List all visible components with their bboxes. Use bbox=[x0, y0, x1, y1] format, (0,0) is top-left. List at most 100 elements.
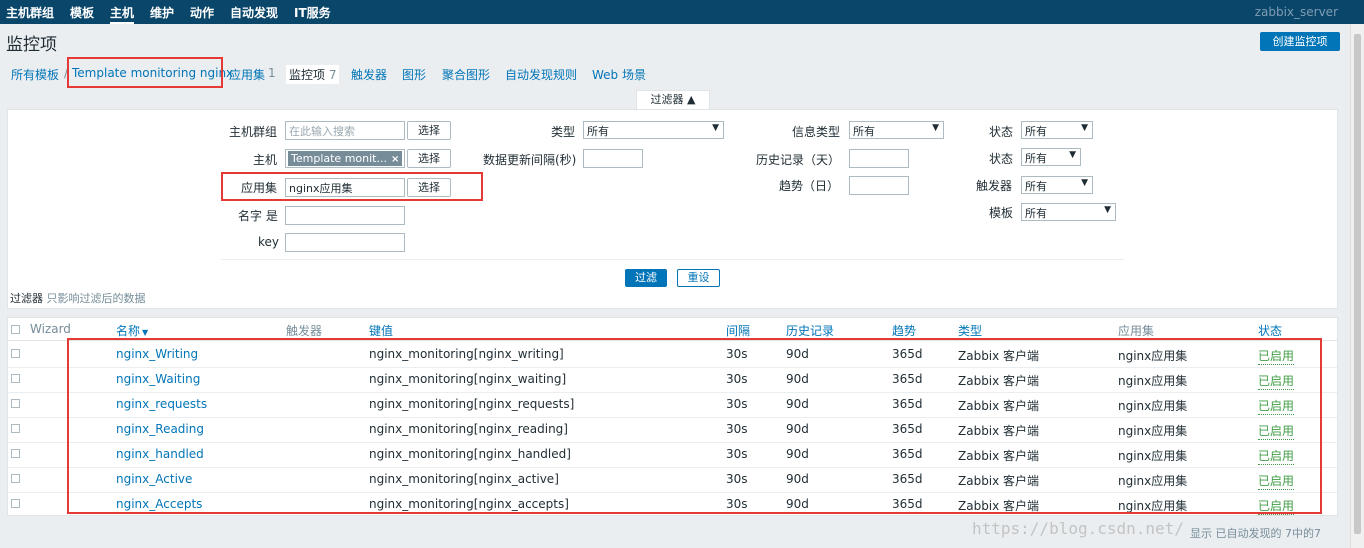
reset-filter-button[interactable]: 重设 bbox=[677, 269, 720, 287]
filter-note: 过滤器 只影响过滤后的数据 bbox=[10, 290, 146, 306]
host-group-label: 主机群组 bbox=[229, 125, 278, 139]
state-select-value: 所有 bbox=[1025, 125, 1047, 138]
history-label: 历史记录（天） bbox=[756, 153, 841, 167]
filter-tab[interactable]: 过滤器 ▲ bbox=[636, 90, 710, 110]
filter-note-text: 只影响过滤后的数据 bbox=[46, 292, 146, 305]
row-checkbox[interactable] bbox=[11, 449, 20, 458]
col-type[interactable]: 类型 bbox=[958, 322, 982, 339]
nav-actions[interactable]: 动作 bbox=[190, 4, 214, 21]
tag-remove-icon[interactable]: × bbox=[391, 154, 399, 165]
col-interval[interactable]: 间隔 bbox=[726, 322, 750, 339]
row-checkbox[interactable] bbox=[11, 499, 20, 508]
create-item-button[interactable]: 创建监控项 bbox=[1260, 32, 1340, 51]
page-title: 监控项 bbox=[6, 35, 57, 55]
row-checkbox[interactable] bbox=[11, 424, 20, 433]
col-key[interactable]: 键值 bbox=[369, 322, 393, 339]
select-all-checkbox[interactable] bbox=[11, 325, 20, 334]
annotation-template-highlight bbox=[67, 57, 223, 88]
type-select[interactable]: 所有 ▼ bbox=[583, 121, 724, 139]
nav-it-services[interactable]: IT服务 bbox=[294, 4, 331, 21]
nav-host-groups[interactable]: 主机群组 bbox=[6, 4, 54, 21]
apply-filter-button[interactable]: 过滤 bbox=[625, 269, 667, 287]
row-checkbox[interactable] bbox=[11, 374, 20, 383]
info-type-label: 信息类型 bbox=[792, 125, 841, 139]
info-type-select[interactable]: 所有 ▼ bbox=[849, 121, 944, 139]
vertical-scrollbar[interactable] bbox=[1350, 24, 1364, 548]
dropdown-arrow-icon: ▼ bbox=[932, 123, 939, 133]
status-select-value: 所有 bbox=[1025, 152, 1047, 165]
key-label: key bbox=[258, 235, 280, 249]
name-input[interactable] bbox=[285, 206, 405, 225]
top-navigation: 主机群组 模板 主机 维护 动作 自动发现 IT服务 zabbix_server bbox=[0, 0, 1364, 24]
trends-input[interactable] bbox=[849, 176, 909, 195]
dropdown-arrow-icon: ▼ bbox=[712, 123, 719, 133]
host-tag-label: Template monit... bbox=[291, 152, 387, 165]
triggers-filter-label: 触发器 bbox=[976, 179, 1013, 193]
scrollbar-thumb[interactable] bbox=[1354, 34, 1361, 534]
type-label: 类型 bbox=[551, 125, 576, 139]
sort-desc-icon: ▼ bbox=[142, 328, 149, 337]
key-input[interactable] bbox=[285, 233, 405, 252]
template-select[interactable]: 所有 ▼ bbox=[1021, 203, 1116, 221]
tab-items[interactable]: 监控项 7 bbox=[286, 65, 340, 84]
tab-items-label: 监控项 bbox=[289, 68, 326, 82]
update-interval-input[interactable] bbox=[583, 149, 643, 168]
name-label: 名字 是 bbox=[238, 209, 278, 223]
host-label: 主机 bbox=[253, 153, 278, 167]
template-filter-label: 模板 bbox=[989, 206, 1014, 220]
host-tag: Template monit... × bbox=[288, 151, 403, 166]
update-interval-label: 数据更新间隔(秒) bbox=[483, 153, 577, 167]
history-input[interactable] bbox=[849, 149, 909, 168]
dropdown-arrow-icon: ▼ bbox=[1081, 123, 1088, 133]
server-name: zabbix_server bbox=[1254, 5, 1338, 19]
filter-panel: 主机群组 在此输入搜索 选择 主机 Template monit... × 选择 … bbox=[7, 109, 1338, 309]
annotation-application-highlight bbox=[221, 172, 483, 201]
type-select-value: 所有 bbox=[587, 125, 609, 138]
col-applications: 应用集 bbox=[1118, 324, 1155, 338]
watermark: https://blog.csdn.net/ bbox=[972, 519, 1184, 538]
triggers-select-value: 所有 bbox=[1025, 180, 1047, 193]
col-name[interactable]: 名称 ▼ bbox=[116, 322, 148, 339]
dropdown-arrow-icon: ▼ bbox=[1081, 178, 1088, 188]
host-select-button[interactable]: 选择 bbox=[407, 149, 451, 168]
triggers-select[interactable]: 所有 ▼ bbox=[1021, 176, 1093, 194]
host-multiselect[interactable]: Template monit... × bbox=[285, 149, 405, 168]
tab-web-scenarios[interactable]: Web 场景 bbox=[592, 66, 646, 83]
state-label: 状态 bbox=[989, 125, 1014, 139]
nav-hosts[interactable]: 主机 bbox=[110, 4, 135, 24]
filter-note-title: 过滤器 bbox=[10, 292, 43, 305]
status-select[interactable]: 所有 ▼ bbox=[1021, 148, 1081, 166]
template-select-value: 所有 bbox=[1025, 207, 1047, 220]
state-select[interactable]: 所有 ▼ bbox=[1021, 121, 1093, 139]
trends-label: 趋势（日） bbox=[779, 179, 840, 193]
breadcrumb-all-templates[interactable]: 所有模板 bbox=[11, 66, 59, 83]
dropdown-arrow-icon: ▼ bbox=[1069, 150, 1076, 160]
col-wizard: Wizard bbox=[30, 322, 71, 336]
row-checkbox[interactable] bbox=[11, 349, 20, 358]
tab-applications[interactable]: 应用集 bbox=[229, 66, 265, 83]
annotation-rows-highlight bbox=[67, 338, 1322, 514]
row-checkbox[interactable] bbox=[11, 399, 20, 408]
table-summary: 显示 已自动发现的 7中的7 bbox=[1190, 527, 1321, 540]
applications-count: 1 bbox=[268, 66, 276, 80]
col-trends[interactable]: 趋势 bbox=[892, 322, 916, 339]
tab-triggers[interactable]: 触发器 bbox=[351, 66, 387, 83]
col-status[interactable]: 状态 bbox=[1258, 322, 1282, 339]
col-history[interactable]: 历史记录 bbox=[786, 322, 834, 339]
nav-templates[interactable]: 模板 bbox=[70, 4, 94, 21]
nav-discovery[interactable]: 自动发现 bbox=[230, 4, 278, 21]
nav-maintenance[interactable]: 维护 bbox=[150, 4, 174, 21]
host-group-select-button[interactable]: 选择 bbox=[407, 121, 451, 140]
info-type-select-value: 所有 bbox=[853, 125, 875, 138]
items-count: 7 bbox=[328, 68, 337, 82]
filter-divider bbox=[221, 259, 1124, 260]
col-triggers: 触发器 bbox=[286, 324, 323, 338]
tab-discovery-rules[interactable]: 自动发现规则 bbox=[505, 66, 577, 83]
row-checkbox[interactable] bbox=[11, 474, 20, 483]
tab-graphs[interactable]: 图形 bbox=[402, 66, 426, 83]
status-label: 状态 bbox=[989, 152, 1014, 166]
col-name-label: 名称 bbox=[116, 324, 141, 338]
tab-screens[interactable]: 聚合图形 bbox=[442, 66, 490, 83]
dropdown-arrow-icon: ▼ bbox=[1104, 205, 1111, 215]
host-group-input[interactable]: 在此输入搜索 bbox=[285, 121, 405, 140]
